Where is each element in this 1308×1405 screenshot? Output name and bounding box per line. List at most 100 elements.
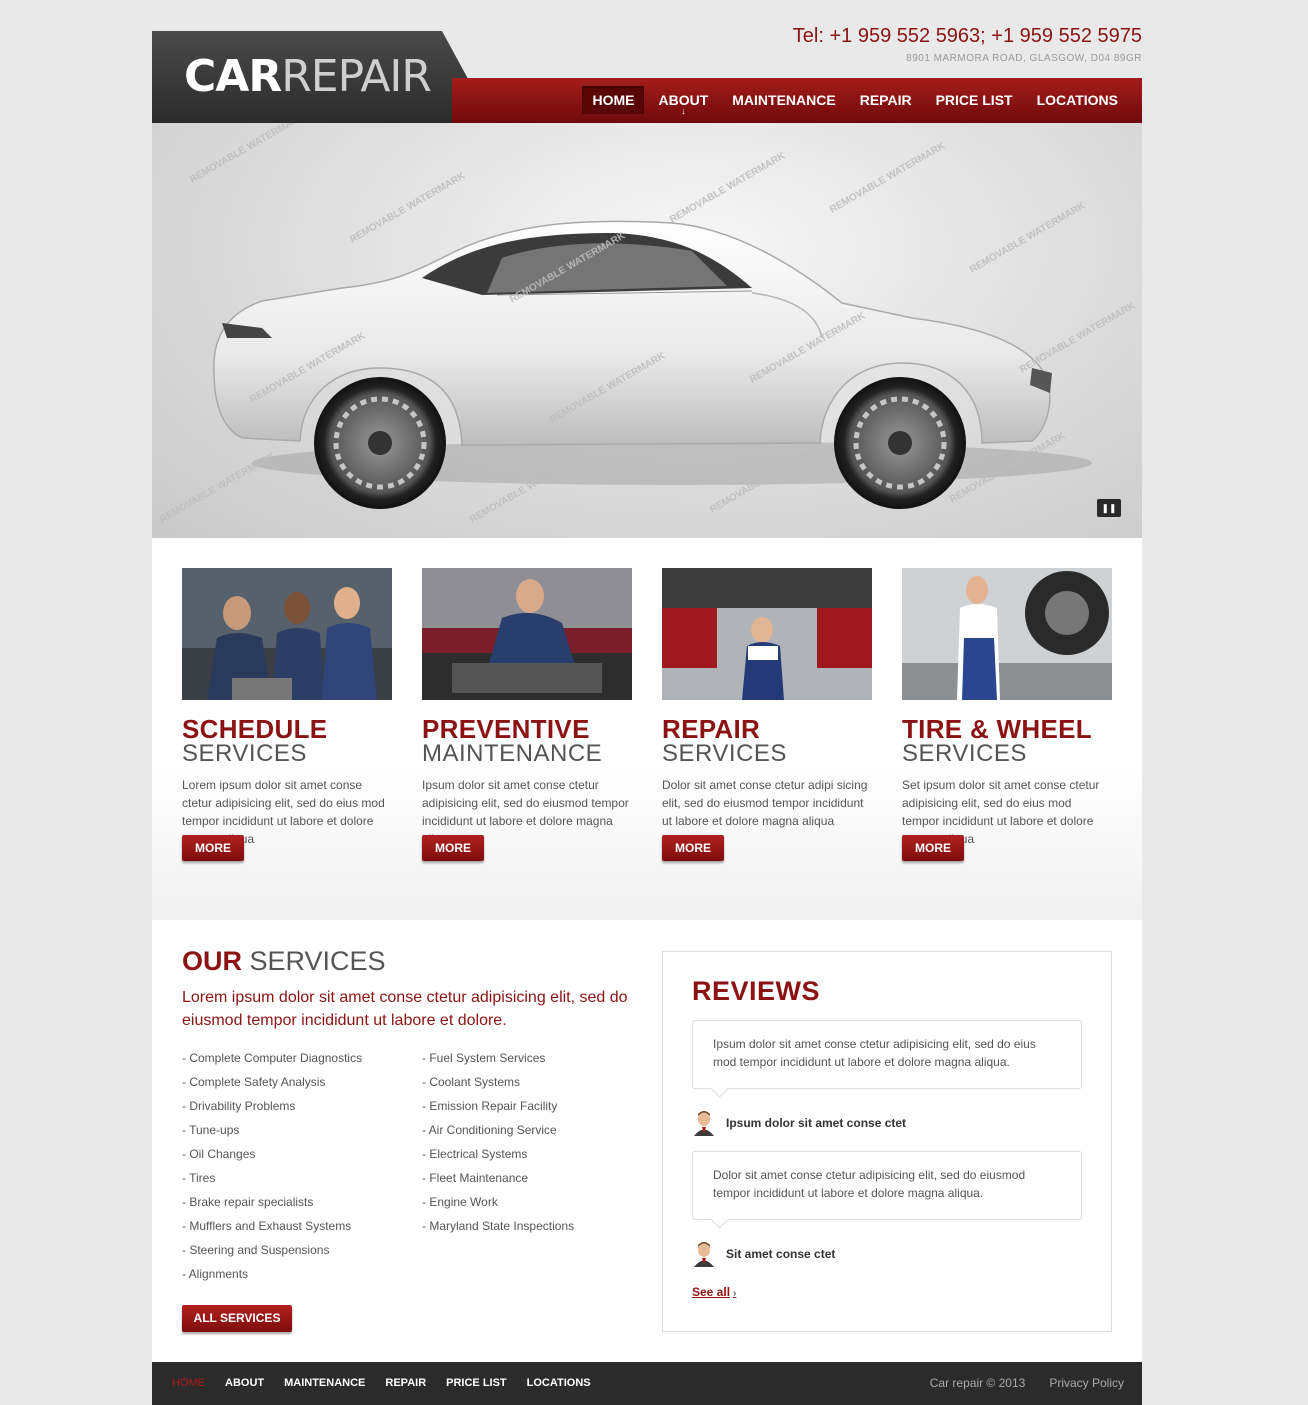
feature-title: SCHEDULE (182, 714, 328, 744)
feature-title: REPAIR (662, 714, 761, 744)
services-list-left: - Complete Computer Diagnostics - Complet… (182, 1046, 362, 1286)
footer-nav-price-list[interactable]: PRICE LIST (446, 1377, 507, 1389)
nav-repair[interactable]: REPAIR (850, 86, 922, 114)
review-author: Ipsum dolor sit amet conse ctet (692, 1110, 906, 1136)
service-list-item: - Steering and Suspensions (182, 1238, 362, 1262)
service-list-item-label: Fleet Maintenance (429, 1171, 529, 1185)
watermark-text: REMOVABLE WATERMARK (188, 123, 308, 186)
see-all-link[interactable]: See all › (692, 1285, 736, 1299)
nav-price-list[interactable]: PRICE LIST (926, 86, 1023, 114)
feature-image[interactable] (902, 568, 1112, 700)
watermark-text: REMOVABLE WATERMARK (1018, 300, 1138, 376)
nav-home[interactable]: HOME (582, 86, 645, 114)
service-list-item: - Electrical Systems (422, 1142, 574, 1166)
service-list-item: - Mufflers and Exhaust Systems (182, 1214, 362, 1238)
service-list-item-label: Engine Work (429, 1195, 498, 1209)
feature-text: Dolor sit amet conse ctetur adipi sicing… (662, 778, 868, 828)
feature-card: SCHEDULE SERVICES Lorem ipsum dolor sit … (182, 568, 392, 848)
service-list-item: - Fuel System Services (422, 1046, 574, 1070)
feature-subtitle: SERVICES (902, 740, 1027, 767)
feature-title: PREVENTIVE (422, 714, 590, 744)
mechanic-engine-image (422, 568, 632, 700)
feature-image[interactable] (422, 568, 632, 700)
more-button[interactable]: MORE (662, 835, 724, 861)
logo-bold-text: CAR (184, 51, 282, 102)
service-list-item-label: Steering and Suspensions (189, 1243, 330, 1257)
review-author: Sit amet conse ctet (692, 1241, 835, 1267)
more-button[interactable]: MORE (902, 835, 964, 861)
footer-right: Car repair © 2013 Privacy Policy (930, 1376, 1124, 1390)
footer: HOME ABOUT MAINTENANCE REPAIR PRICE LIST… (152, 1362, 1142, 1405)
review-author-name: Sit amet conse ctet (726, 1247, 836, 1261)
service-list-item: - Brake repair specialists (182, 1190, 362, 1214)
footer-nav-locations[interactable]: LOCATIONS (527, 1377, 591, 1389)
list-bullet: - (182, 1267, 189, 1281)
service-list-item: - Drivability Problems (182, 1094, 362, 1118)
feature-card: PREVENTIVE MAINTENANCE Ipsum dolor sit a… (422, 568, 632, 848)
list-bullet: - (422, 1123, 429, 1137)
service-list-item-label: Alignments (188, 1267, 249, 1281)
feature-subtitle: SERVICES (662, 740, 787, 767)
site-logo[interactable]: CARREPAIR (184, 51, 432, 102)
review-quote: Dolor sit amet conse ctetur adipisicing … (692, 1151, 1082, 1220)
service-list-item: - Engine Work (422, 1190, 574, 1214)
feature-image[interactable] (182, 568, 392, 700)
service-list-item: - Coolant Systems (422, 1070, 574, 1094)
watermark-text: REMOVABLE WATERMARK (348, 170, 468, 246)
phone-numbers: Tel: +1 959 552 5963; +1 959 552 5975 (792, 25, 1142, 47)
nav-maintenance[interactable]: MAINTENANCE (722, 86, 845, 114)
service-list-item: - Air Conditioning Service (422, 1118, 574, 1142)
our-services-title: OUR SERVICES (182, 946, 386, 977)
features-section: SCHEDULE SERVICES Lorem ipsum dolor sit … (152, 538, 1142, 920)
hero-car-image: REMOVABLE WATERMARK REMOVABLE WATERMARK … (158, 123, 1138, 526)
footer-nav-maintenance[interactable]: MAINTENANCE (284, 1377, 365, 1389)
see-all-label: See all (692, 1285, 731, 1299)
mechanics-image (182, 568, 392, 700)
service-list-item: - Fleet Maintenance (422, 1166, 574, 1190)
service-list-item: - Complete Safety Analysis (182, 1070, 362, 1094)
all-services-button[interactable]: ALL SERVICES (182, 1305, 292, 1332)
feature-image[interactable] (662, 568, 872, 700)
feature-card: REPAIR SERVICES Dolor sit amet conse cte… (662, 568, 872, 830)
service-list-item: - Alignments (182, 1262, 362, 1286)
our-services-title-bold: OUR (182, 946, 242, 976)
reviews-panel: REVIEWS Ipsum dolor sit amet conse ctetu… (662, 951, 1112, 1332)
footer-nav-repair[interactable]: REPAIR (385, 1377, 426, 1389)
service-list-item: - Tires (182, 1166, 362, 1190)
more-button[interactable]: MORE (422, 835, 484, 861)
logo-banner: CARREPAIR (152, 31, 492, 123)
service-list-item: - Oil Changes (182, 1142, 362, 1166)
privacy-policy-link[interactable]: Privacy Policy (1049, 1376, 1124, 1390)
service-list-item-label: Complete Computer Diagnostics (189, 1051, 363, 1065)
footer-nav-home[interactable]: HOME (172, 1377, 205, 1389)
service-list-item-label: Oil Changes (189, 1147, 256, 1161)
review-author-name: Ipsum dolor sit amet conse ctet (726, 1116, 907, 1130)
service-list-item-label: Air Conditioning Service (428, 1123, 557, 1137)
service-list-item-label: Electrical Systems (429, 1147, 528, 1161)
pause-icon[interactable]: ❚❚ (1097, 499, 1121, 517)
nav-locations[interactable]: LOCATIONS (1027, 86, 1128, 114)
main-nav-bar: HOME ABOUT ↓ MAINTENANCE REPAIR PRICE LIS… (452, 78, 1142, 123)
service-list-item-label: Tune-ups (189, 1123, 240, 1137)
feature-card: TIRE & WHEEL SERVICES Set ipsum dolor si… (902, 568, 1112, 848)
service-list-item: - Complete Computer Diagnostics (182, 1046, 362, 1070)
watermark-text: REMOVABLE WATERMARK (668, 150, 788, 226)
watermark-text: REMOVABLE WATERMARK (968, 200, 1088, 276)
main-nav: HOME ABOUT ↓ MAINTENANCE REPAIR PRICE LIS… (582, 86, 1128, 116)
service-list-item-label: Maryland State Inspections (429, 1219, 575, 1233)
service-list-item-label: Brake repair specialists (189, 1195, 314, 1209)
services-list-right: - Fuel System Services - Coolant Systems -… (422, 1046, 574, 1238)
nav-about[interactable]: ABOUT ↓ (648, 86, 718, 116)
avatar-icon (694, 1111, 714, 1136)
service-list-item-label: Complete Safety Analysis (189, 1075, 326, 1089)
more-button[interactable]: MORE (182, 835, 244, 861)
avatar-icon (694, 1242, 714, 1267)
reviews-title: REVIEWS (692, 976, 821, 1006)
service-list-item-label: Drivability Problems (189, 1099, 296, 1113)
hero-slider: REMOVABLE WATERMARK REMOVABLE WATERMARK … (152, 123, 1142, 538)
service-list-item-label: Tires (189, 1171, 216, 1185)
logo-light-text: REPAIR (281, 51, 432, 102)
arrow-down-icon: ↓ (681, 106, 686, 116)
service-list-item: - Maryland State Inspections (422, 1214, 574, 1238)
footer-nav-about[interactable]: ABOUT (225, 1377, 264, 1389)
